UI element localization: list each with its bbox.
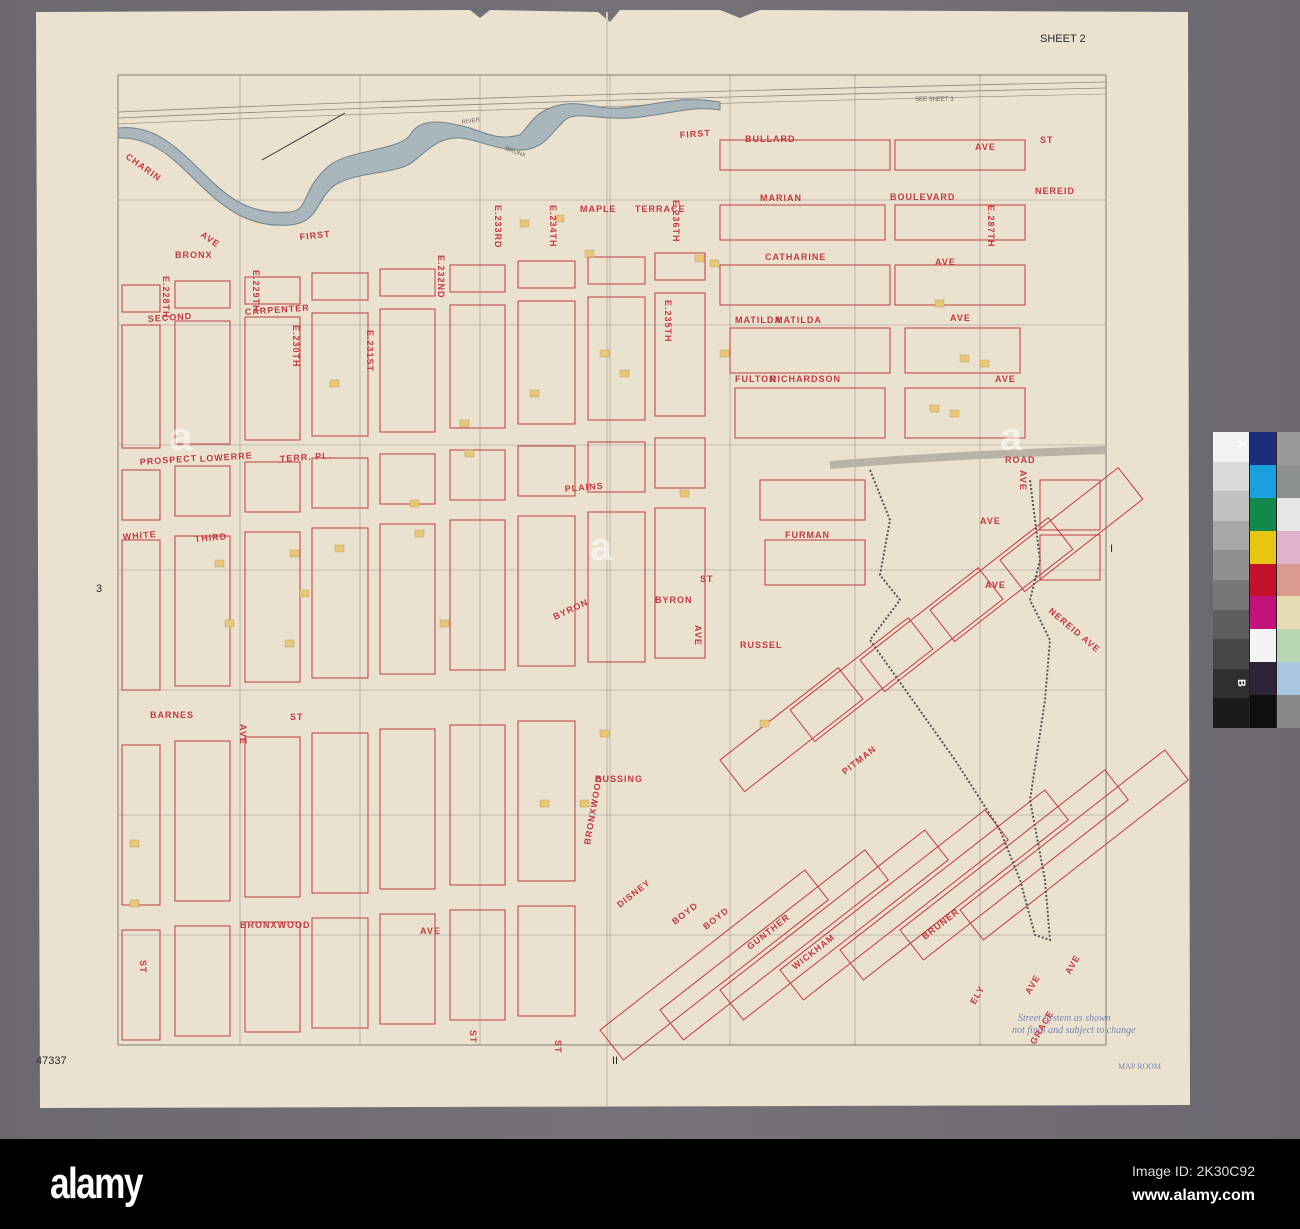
street-label: ST — [290, 712, 304, 722]
street-label: E.233RD — [493, 205, 503, 249]
margin-label-left: 3 — [96, 583, 102, 595]
color-patch — [1250, 695, 1276, 728]
sheet-title: SHEET 2 — [1040, 33, 1086, 45]
gray-patch — [1213, 698, 1249, 728]
strip-label: B — [1234, 679, 1247, 687]
gray-patch — [1213, 639, 1249, 669]
street-label: ST — [468, 1030, 478, 1044]
street-label: ST — [138, 960, 148, 974]
street-label: ST — [1040, 135, 1054, 145]
street-label: AVE — [985, 580, 1006, 590]
tint-patch — [1277, 464, 1300, 498]
street-label: BARNES — [150, 710, 194, 720]
color-calibration-strip: AB — [1213, 432, 1300, 728]
street-label: AVE — [1018, 470, 1028, 491]
street-label: MATILDA — [775, 315, 822, 325]
street-system-note: not final and subject to change — [1012, 1025, 1136, 1036]
tint-patch — [1277, 563, 1300, 597]
see-sheet-note: SEE SHEET 3 — [915, 97, 954, 103]
street-label: AVE — [693, 625, 703, 646]
tint-patch — [1277, 497, 1300, 531]
map-room-stamp: MAP ROOM — [1118, 1062, 1161, 1071]
street-label: E.231ST — [365, 330, 375, 372]
street-label: RUSSEL — [740, 640, 783, 650]
watermark-banner: alamy Image ID: 2K30C92 www.alamy.com — [0, 1139, 1300, 1229]
street-label: E.234TH — [548, 205, 558, 248]
street-label: AVE — [995, 374, 1016, 384]
watermark-logo: a — [1000, 415, 1023, 459]
street-label: CATHARINE — [765, 252, 826, 262]
street-label: ST — [553, 1040, 563, 1054]
tint-patch — [1277, 662, 1300, 696]
street-label: E.236TH — [671, 200, 681, 243]
street-label: E.287TH — [986, 205, 996, 248]
color-patch — [1250, 530, 1276, 564]
margin-label-right: I — [1110, 543, 1113, 555]
catalog-number: 47337 — [36, 1055, 67, 1067]
paper — [36, 10, 1190, 1108]
street-label: BRONX — [175, 250, 213, 260]
watermark-logo: a — [590, 525, 613, 569]
image-id: Image ID: 2K30C92 — [1132, 1163, 1255, 1179]
tint-patch — [1277, 432, 1300, 465]
color-patch — [1250, 432, 1276, 465]
street-label: BULLARD — [745, 134, 796, 144]
tint-patch — [1277, 596, 1300, 630]
margin-label-bottom: II — [612, 1055, 618, 1067]
street-label: AVE — [935, 257, 956, 267]
tint-patch — [1277, 530, 1300, 564]
color-patch — [1250, 596, 1276, 630]
street-label: MAPLE — [580, 204, 617, 214]
gray-patch — [1213, 461, 1249, 492]
street-label: E.230TH — [291, 325, 301, 368]
color-patch — [1250, 563, 1276, 597]
tint-patch — [1277, 695, 1300, 728]
color-patch — [1250, 497, 1276, 531]
street-label: AVE — [950, 313, 971, 323]
site-url: www.alamy.com — [1132, 1187, 1255, 1204]
street-label: AVE — [980, 516, 1001, 526]
street-label: AVE — [238, 724, 248, 745]
gray-patch — [1213, 580, 1249, 610]
street-label: E.235TH — [663, 300, 673, 343]
gray-patch — [1213, 609, 1249, 640]
street-label: E.232ND — [436, 255, 446, 299]
street-label: BRONXWOOD — [240, 920, 311, 930]
street-label: NEREID — [1035, 186, 1075, 196]
street-label: ST — [700, 574, 714, 584]
street-label: BYRON — [655, 595, 693, 605]
color-patch — [1250, 629, 1276, 663]
tint-patch — [1277, 629, 1300, 663]
alamy-logo: alamy — [50, 1159, 143, 1208]
gray-patch — [1213, 491, 1249, 521]
color-patch — [1250, 662, 1276, 696]
street-label: MARIAN — [760, 193, 802, 203]
gray-patch — [1213, 520, 1249, 551]
street-label: BOULEVARD — [890, 192, 955, 202]
street-label: FURMAN — [785, 530, 830, 540]
map-sheet: SHEET 2 SEE SHEET 3 RIVER BRONX 47337 3 … — [36, 10, 1190, 1108]
strip-label: A — [1234, 440, 1247, 448]
gray-patch — [1213, 550, 1249, 580]
street-label: RICHARDSON — [770, 374, 841, 384]
street-label: AVE — [975, 142, 996, 152]
watermark-logo: a — [170, 415, 193, 459]
color-patch — [1250, 464, 1276, 498]
street-label: AVE — [420, 926, 441, 936]
street-system-note: Street System as shown — [1018, 1013, 1111, 1024]
